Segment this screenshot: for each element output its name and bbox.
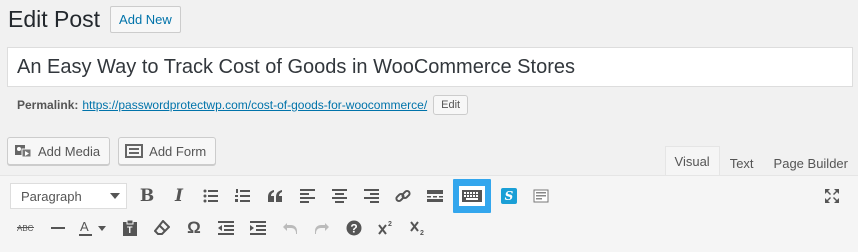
- numbered-list-icon[interactable]: [227, 181, 259, 211]
- subscript-icon[interactable]: 2: [402, 213, 434, 243]
- editor-tabs: Visual Text Page Builder: [664, 146, 858, 176]
- shortcode-button[interactable]: S: [493, 181, 525, 211]
- page-title: Edit Post: [8, 5, 101, 32]
- add-form-button[interactable]: Add Form: [118, 137, 217, 165]
- blockquote-icon[interactable]: [259, 181, 291, 211]
- add-media-label: Add Media: [38, 143, 101, 159]
- svg-text:T: T: [127, 225, 133, 235]
- help-icon-label: ?: [350, 222, 357, 236]
- permalink-edit-button[interactable]: Edit: [433, 95, 469, 115]
- indent-icon[interactable]: [242, 213, 274, 243]
- italic-button[interactable]: I: [163, 181, 195, 211]
- undo-icon[interactable]: [274, 213, 306, 243]
- tab-text[interactable]: Text: [720, 150, 764, 176]
- fullscreen-icon[interactable]: [818, 181, 846, 211]
- permalink-link[interactable]: https://passwordprotectwp.com/cost-of-go…: [82, 98, 427, 112]
- media-buttons: Add Media Add Form: [7, 137, 217, 165]
- superscript-icon[interactable]: 2: [370, 213, 402, 243]
- toolbar-toggle-button[interactable]: [453, 179, 491, 213]
- permalink-row: Permalink: https://passwordprotectwp.com…: [17, 94, 469, 116]
- add-form-label: Add Form: [149, 143, 207, 159]
- outdent-icon[interactable]: [210, 213, 242, 243]
- shortcode-icon: S: [501, 188, 517, 204]
- special-character-icon[interactable]: Ω: [178, 213, 210, 243]
- add-new-button[interactable]: Add New: [110, 5, 181, 33]
- svg-text:2: 2: [420, 230, 424, 236]
- tab-visual[interactable]: Visual: [664, 146, 720, 176]
- editor-toolbar: Paragraph B I S ABC A T Ω ? 2 2: [0, 175, 858, 252]
- chevron-down-icon: [110, 193, 120, 199]
- help-icon[interactable]: ?: [338, 213, 370, 243]
- add-media-button[interactable]: Add Media: [7, 137, 111, 165]
- permalink-label: Permalink:: [17, 98, 79, 112]
- format-select-value: Paragraph: [21, 188, 82, 204]
- insert-link-icon[interactable]: [387, 181, 419, 211]
- toolbar-row-1: Paragraph B I S: [10, 179, 557, 213]
- align-center-icon[interactable]: [323, 181, 355, 211]
- redo-icon[interactable]: [306, 213, 338, 243]
- toolbar-row-2: ABC A T Ω ? 2 2: [10, 213, 434, 243]
- svg-text:A: A: [80, 219, 89, 234]
- media-icon: [14, 143, 32, 159]
- format-select[interactable]: Paragraph: [10, 183, 127, 209]
- tab-page-builder[interactable]: Page Builder: [764, 150, 858, 176]
- post-title-input[interactable]: An Easy Way to Track Cost of Goods in Wo…: [7, 47, 853, 87]
- clear-formatting-icon[interactable]: [146, 213, 178, 243]
- paste-as-text-icon[interactable]: T: [114, 213, 146, 243]
- form-icon[interactable]: [525, 181, 557, 211]
- text-color-icon[interactable]: A: [74, 213, 114, 243]
- read-more-icon[interactable]: [419, 181, 451, 211]
- bold-button[interactable]: B: [131, 181, 163, 211]
- align-right-icon[interactable]: [355, 181, 387, 211]
- keyboard-icon: [459, 186, 485, 206]
- svg-text:ABC: ABC: [17, 224, 34, 233]
- form-icon: [125, 143, 144, 159]
- align-left-icon[interactable]: [291, 181, 323, 211]
- page-heading: Edit Post Add New: [8, 4, 181, 34]
- svg-text:2: 2: [388, 221, 392, 228]
- bulleted-list-icon[interactable]: [195, 181, 227, 211]
- horizontal-line-icon[interactable]: [42, 213, 74, 243]
- strikethrough-icon[interactable]: ABC: [10, 213, 42, 243]
